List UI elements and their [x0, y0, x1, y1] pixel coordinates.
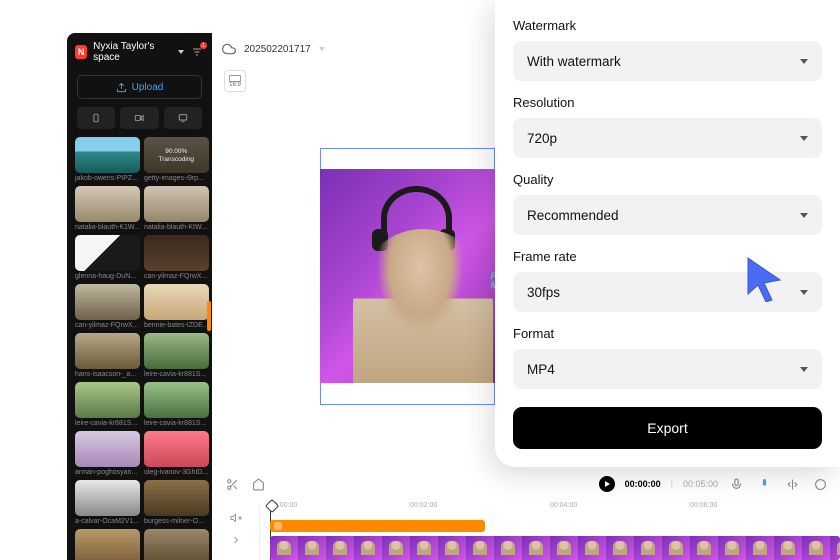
export-panel: Watermark With watermark Resolution 720p…	[495, 0, 840, 467]
framerate-select[interactable]: 30fps	[513, 272, 822, 312]
home-icon[interactable]	[250, 476, 266, 492]
media-item[interactable]: leire-cavia-kr881S...	[144, 382, 209, 427]
voiceover-icon[interactable]	[756, 476, 772, 492]
timeline-tools	[212, 506, 260, 560]
filter-icon[interactable]: 1	[190, 45, 204, 59]
arrow-right-icon[interactable]	[226, 530, 246, 550]
media-item[interactable]: arman-poghosyan...	[75, 431, 140, 476]
transcoding-overlay: 90.00%Transcoding	[144, 137, 209, 173]
video-preview[interactable]: PRM	[320, 169, 506, 383]
chevron-down-icon	[800, 290, 808, 295]
media-item[interactable]: bennie-bates-IZDE...	[144, 284, 209, 329]
media-item[interactable]: can-yilmaz-FQrwX...	[75, 284, 140, 329]
media-item[interactable]: 90.00%Transcodinggetty-images-i9rp...	[144, 137, 209, 182]
aspect-ratio-button[interactable]: 16:9	[224, 70, 246, 92]
chevron-down-icon[interactable]	[319, 47, 325, 51]
upload-label: Upload	[132, 82, 164, 93]
media-item[interactable]: leire-cavia-kr881S...	[144, 333, 209, 378]
tab-device[interactable]	[77, 107, 115, 129]
quality-label: Quality	[513, 172, 822, 187]
resolution-select[interactable]: 720p	[513, 118, 822, 158]
player-toolbar: 00:00:00 | 00:05:00	[212, 466, 840, 502]
media-sidebar: N Nyxia Taylor's space 1 Upload jakob-ow…	[67, 33, 212, 560]
media-item[interactable]: burgess-milner-O...	[144, 480, 209, 525]
chevron-down-icon	[800, 213, 808, 218]
workspace-name: Nyxia Taylor's space	[93, 41, 172, 63]
audio-clip[interactable]	[270, 520, 485, 532]
mic-icon[interactable]	[728, 476, 744, 492]
resolution-label: Resolution	[513, 95, 822, 110]
brand-badge: N	[75, 45, 87, 59]
media-item[interactable]: jakob-owens-PIPZ...	[75, 137, 140, 182]
media-item[interactable]: hans-isaacson-_a...	[75, 333, 140, 378]
media-item[interactable]	[144, 529, 209, 560]
framerate-label: Frame rate	[513, 249, 822, 264]
mute-icon[interactable]	[226, 508, 246, 528]
workspace-header[interactable]: N Nyxia Taylor's space 1	[67, 33, 212, 71]
media-item[interactable]: oleg-ivanov-3GhID...	[144, 431, 209, 476]
cloud-icon	[222, 42, 236, 56]
media-item[interactable]: natalia-blauth-K1W...	[75, 186, 140, 231]
video-clip[interactable]	[270, 536, 840, 560]
time-ruler[interactable]: 00:00:00 00:02:00 00:04:00 00:06:00	[264, 502, 840, 516]
upload-button[interactable]: Upload	[77, 75, 202, 99]
format-select[interactable]: MP4	[513, 349, 822, 389]
chevron-down-icon	[800, 136, 808, 141]
format-label: Format	[513, 326, 822, 341]
tab-screen[interactable]	[164, 107, 202, 129]
timeline[interactable]: 00:00:00 00:02:00 00:04:00 00:06:00	[212, 502, 840, 560]
settings-icon[interactable]	[812, 476, 828, 492]
chevron-down-icon	[800, 59, 808, 64]
quality-select[interactable]: Recommended	[513, 195, 822, 235]
duration: 00:05:00	[683, 479, 718, 489]
media-type-tabs	[67, 107, 212, 137]
media-item[interactable]: natalia-blauth-KtW...	[144, 186, 209, 231]
split-icon[interactable]	[784, 476, 800, 492]
chevron-down-icon	[800, 367, 808, 372]
media-item[interactable]: a-calvar-OcaM2V1...	[75, 480, 140, 525]
media-item[interactable]: leire-cavia-kr881S...	[75, 382, 140, 427]
media-item[interactable]: can-yilmaz-FQrwX...	[144, 235, 209, 280]
export-button[interactable]: Export	[513, 407, 822, 449]
tab-video[interactable]	[120, 107, 158, 129]
scroll-indicator[interactable]	[207, 301, 211, 331]
media-item[interactable]	[75, 529, 140, 560]
project-name[interactable]: 202502201717	[244, 44, 311, 55]
current-time: 00:00:00	[625, 479, 661, 489]
watermark-label: Watermark	[513, 18, 822, 33]
cut-icon[interactable]	[224, 476, 240, 492]
notification-badge: 1	[200, 42, 207, 49]
media-item[interactable]: glenna-haug-DuN...	[75, 235, 140, 280]
media-grid: jakob-owens-PIPZ... 90.00%Transcodingget…	[67, 137, 212, 560]
chevron-down-icon	[178, 50, 184, 54]
watermark-select[interactable]: With watermark	[513, 41, 822, 81]
play-button[interactable]	[599, 476, 615, 492]
